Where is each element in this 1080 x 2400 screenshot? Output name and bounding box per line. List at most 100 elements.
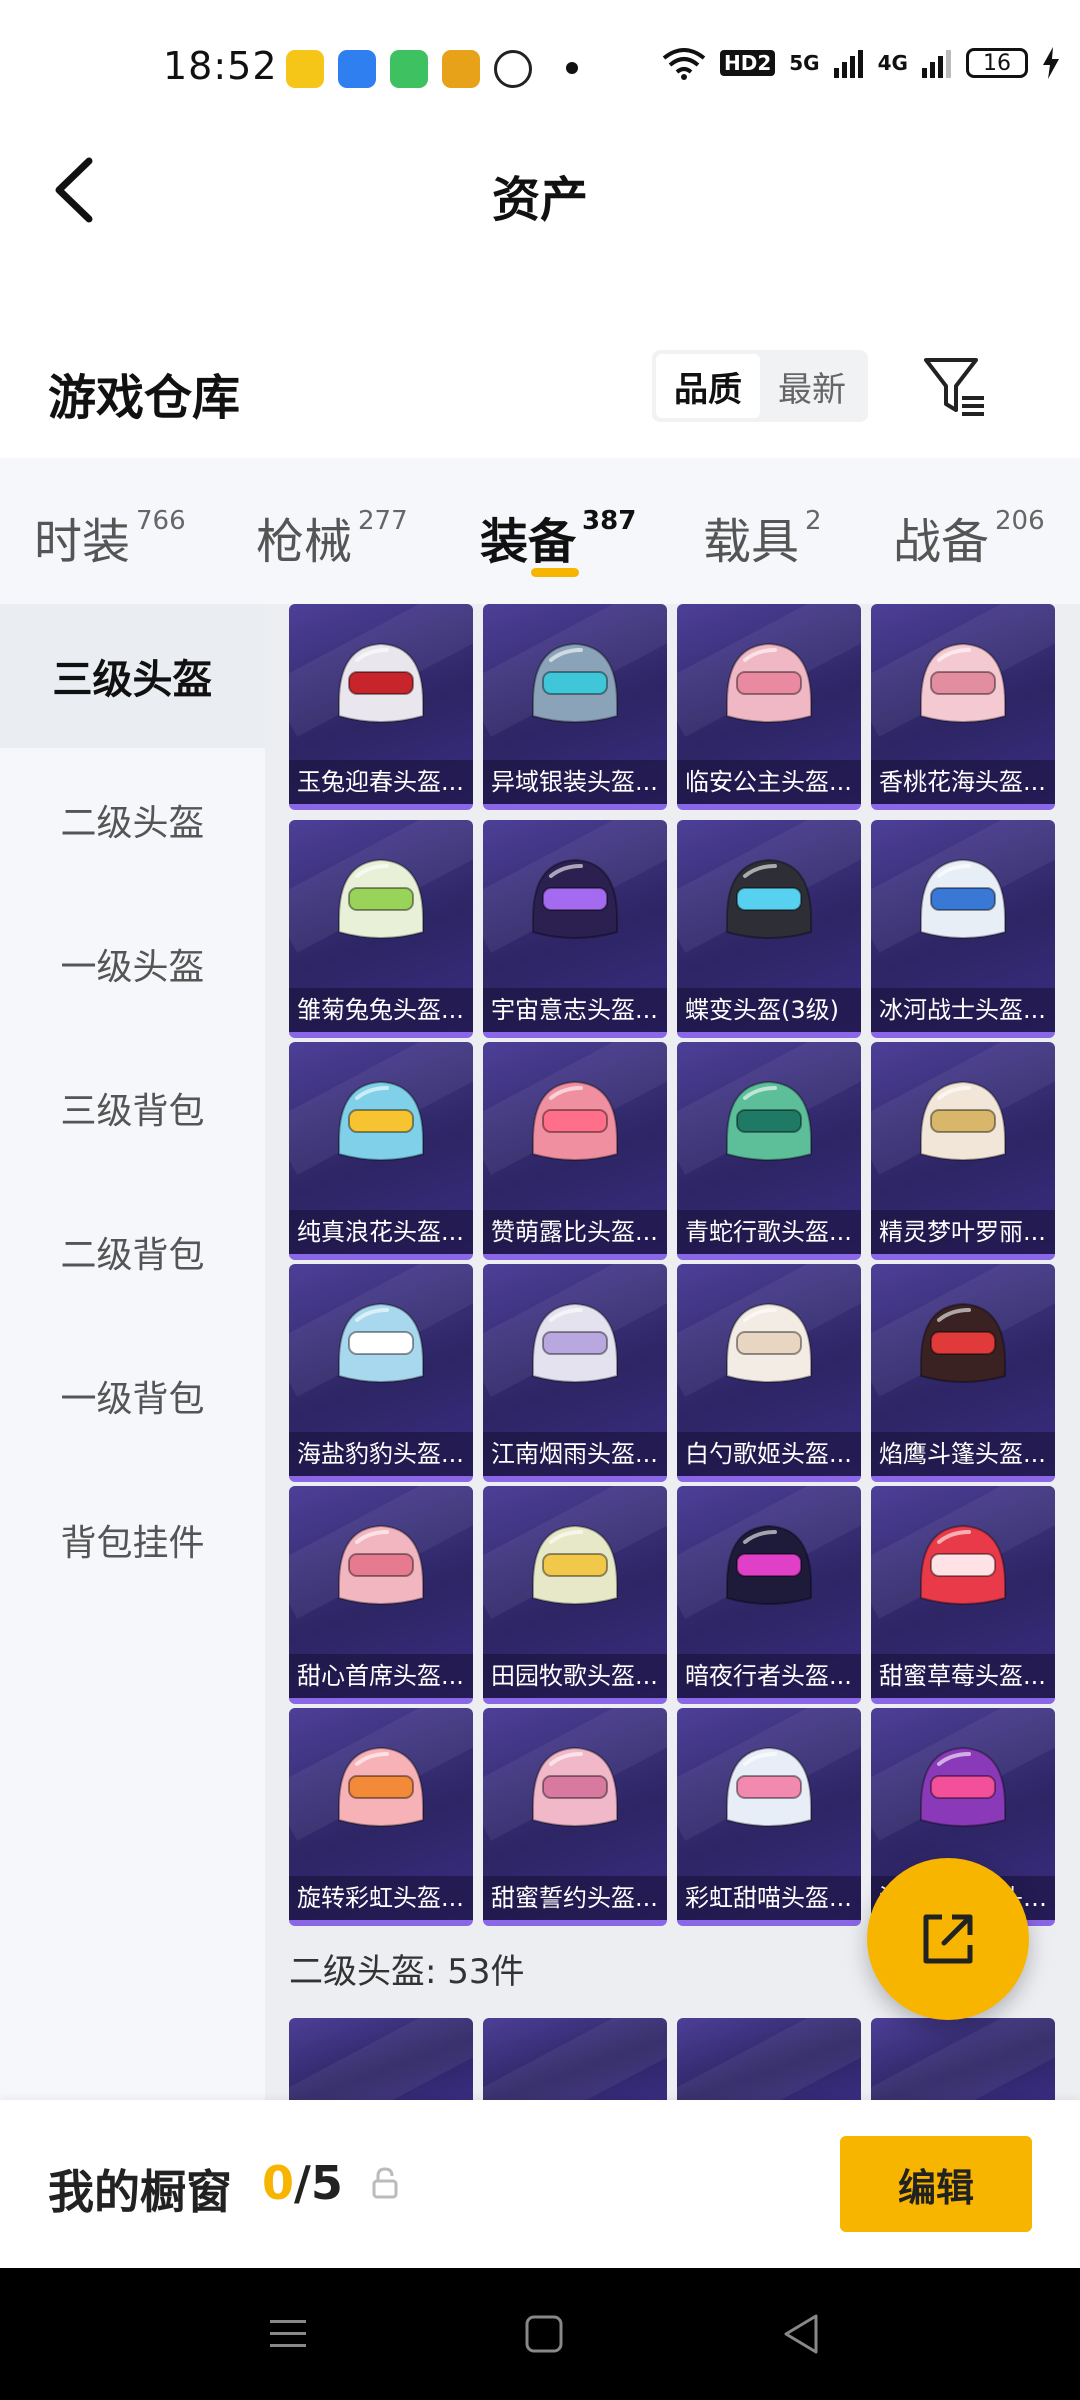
share-fab-button[interactable] (867, 1858, 1029, 2020)
side-item-level1-helmet[interactable]: 一级头盔 (0, 892, 265, 1036)
filter-button[interactable] (920, 352, 990, 422)
tab-supplies[interactable]: 战备 206 (893, 502, 1045, 572)
status-dot (566, 62, 578, 74)
signal-icon (921, 50, 951, 78)
back-nav-icon[interactable] (776, 2308, 828, 2360)
tab-label: 战备 (893, 514, 990, 570)
item-card[interactable]: 赞萌露比头盔... (483, 1042, 667, 1260)
helmet-icon (726, 858, 812, 939)
tab-weapons[interactable]: 枪械 277 (256, 502, 408, 572)
showcase-current: 0 (262, 2156, 295, 2210)
item-card[interactable]: 甜蜜草莓头盔... (871, 1486, 1055, 1704)
tab-vehicles[interactable]: 载具 2 (703, 502, 822, 572)
item-name: 纯真浪花头盔... (289, 1210, 473, 1254)
item-card[interactable]: 海盐豹豹头盔... (289, 1264, 473, 1482)
item-card[interactable]: 精灵梦叶罗丽... (871, 1042, 1055, 1260)
status-indicators: HD2 5G 4G 16 (662, 46, 1060, 80)
share-icon (923, 1914, 973, 1964)
menu-icon[interactable] (262, 2308, 314, 2360)
item-name: 彩虹甜喵头盔... (677, 1876, 861, 1920)
app-notification-icon (338, 50, 376, 88)
item-name: 宇宙意志头盔... (483, 988, 667, 1032)
helmet-icon (532, 1302, 618, 1383)
item-card[interactable]: 甜心首席头盔... (289, 1486, 473, 1704)
helmet-icon (532, 1080, 618, 1161)
helmet-icon (726, 1302, 812, 1383)
lock-icon (372, 2167, 398, 2199)
home-icon[interactable] (518, 2308, 570, 2360)
item-card[interactable]: 蝶变头盔(3级) (677, 820, 861, 1038)
item-name: 江南烟雨头盔... (483, 1432, 667, 1476)
edit-button[interactable]: 编辑 (840, 2136, 1032, 2232)
item-card[interactable]: 彩虹甜喵头盔... (677, 1708, 861, 1926)
item-name: 蝶变头盔(3级) (677, 988, 861, 1032)
side-item-level3-helmet[interactable]: 三级头盔 (0, 604, 265, 748)
helmet-icon (726, 1524, 812, 1605)
item-name: 暗夜行者头盔... (677, 1654, 861, 1698)
system-nav-bar (0, 2268, 1080, 2400)
tab-fashion[interactable]: 时装 766 (34, 502, 186, 572)
item-card[interactable]: 江南烟雨头盔... (483, 1264, 667, 1482)
item-card[interactable]: 焰鹰斗篷头盔... (871, 1264, 1055, 1482)
item-card[interactable]: 旋转彩虹头盔... (289, 1708, 473, 1926)
helmet-icon (338, 642, 424, 723)
item-card[interactable]: 异域银装头盔... (483, 604, 667, 810)
sort-toggle: 品质 最新 (652, 350, 868, 422)
tab-label: 时装 (34, 514, 131, 570)
network-4g-label: 4G (877, 51, 908, 75)
app-notification-icon (390, 50, 428, 88)
helmet-icon (338, 1524, 424, 1605)
side-item-level3-backpack[interactable]: 三级背包 (0, 1036, 265, 1180)
showcase-total: /5 (294, 2156, 343, 2210)
app-notification-icon (442, 50, 480, 88)
status-app-icons (286, 50, 532, 88)
item-card[interactable]: 宇宙意志头盔... (483, 820, 667, 1038)
item-card[interactable]: 纯真浪花头盔... (289, 1042, 473, 1260)
item-card[interactable]: 田园牧歌头盔... (483, 1486, 667, 1704)
side-item-backpack-charm[interactable]: 背包挂件 (0, 1468, 265, 1612)
showcase-label: 我的橱窗 (48, 2165, 232, 2219)
side-item-level2-helmet[interactable]: 二级头盔 (0, 748, 265, 892)
item-card[interactable]: 香桃花海头盔... (871, 604, 1055, 810)
section-title: 游戏仓库 (48, 370, 241, 426)
tab-label: 枪械 (256, 514, 353, 570)
side-item-level2-backpack[interactable]: 二级背包 (0, 1180, 265, 1324)
tab-label: 载具 (703, 514, 800, 570)
showcase-bar: 我的橱窗 0/5 编辑 (0, 2100, 1080, 2268)
item-card[interactable]: 暗夜行者头盔... (677, 1486, 861, 1704)
status-time: 18:52 (163, 44, 278, 88)
item-name: 甜蜜誓约头盔... (483, 1876, 667, 1920)
item-card[interactable]: 白勺歌姬头盔... (677, 1264, 861, 1482)
item-name: 青蛇行歌头盔... (677, 1210, 861, 1254)
app-notification-icon (286, 50, 324, 88)
tab-count: 2 (805, 506, 822, 536)
helmet-icon (920, 1746, 1006, 1827)
item-card[interactable] (483, 2018, 667, 2100)
item-card[interactable]: 临安公主头盔... (677, 604, 861, 810)
item-name: 白勺歌姬头盔... (677, 1432, 861, 1476)
tab-count: 206 (995, 506, 1045, 536)
side-nav: 三级头盔 二级头盔 一级头盔 三级背包 二级背包 一级背包 背包挂件 (0, 604, 265, 2104)
item-name: 精灵梦叶罗丽... (871, 1210, 1055, 1254)
item-name: 临安公主头盔... (677, 760, 861, 804)
helmet-icon (920, 858, 1006, 939)
item-card[interactable]: 青蛇行歌头盔... (677, 1042, 861, 1260)
side-item-level1-backpack[interactable]: 一级背包 (0, 1324, 265, 1468)
item-card[interactable]: 甜蜜誓约头盔... (483, 1708, 667, 1926)
item-name: 田园牧歌头盔... (483, 1654, 667, 1698)
helmet-icon (726, 1746, 812, 1827)
page-title: 资产 (491, 172, 588, 228)
signal-icon (833, 50, 863, 78)
sort-quality-option[interactable]: 品质 (656, 354, 760, 418)
sort-newest-option[interactable]: 最新 (760, 354, 864, 418)
tab-equipment[interactable]: 装备 387 (480, 502, 636, 572)
item-card[interactable]: 冰河战士头盔... (871, 820, 1055, 1038)
item-card[interactable] (677, 2018, 861, 2100)
item-card[interactable]: 玉兔迎春头盔... (289, 604, 473, 810)
helmet-icon (532, 1524, 618, 1605)
item-card[interactable] (289, 2018, 473, 2100)
tab-count: 277 (358, 506, 408, 536)
item-card[interactable] (871, 2018, 1055, 2100)
item-name: 海盐豹豹头盔... (289, 1432, 473, 1476)
item-card[interactable]: 雏菊兔兔头盔... (289, 820, 473, 1038)
